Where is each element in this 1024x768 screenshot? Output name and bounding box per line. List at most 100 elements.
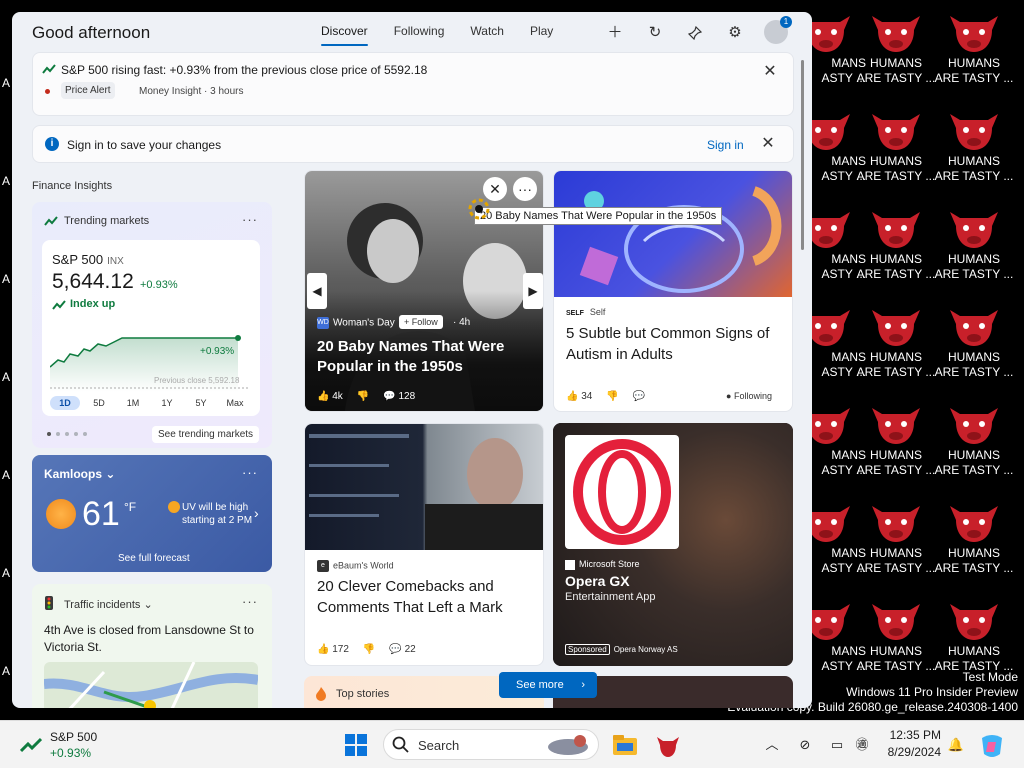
left-edge-label: A: [2, 174, 11, 188]
close-icon[interactable]: ✕: [761, 63, 779, 81]
price-alert-card[interactable]: S&P 500 rising fast: +0.93% from the pre…: [32, 52, 794, 116]
pager-dots[interactable]: [47, 432, 87, 436]
see-full-forecast-link[interactable]: See full forecast: [118, 553, 190, 564]
desktop-shortcut[interactable]: HUMANS ARE TASTY ...: [856, 206, 936, 282]
previous-arrow-icon[interactable]: ◀: [307, 273, 327, 309]
more-options-icon[interactable]: ···: [242, 594, 258, 609]
like-button[interactable]: 👍 4k: [317, 391, 343, 402]
publisher[interactable]: WD Woman's Day: [317, 317, 395, 329]
index-ticker: INX: [107, 256, 124, 267]
more-options-icon[interactable]: ···: [242, 212, 258, 227]
range-5y[interactable]: 5Y: [186, 396, 216, 410]
range-max[interactable]: Max: [220, 396, 250, 410]
more-options-icon[interactable]: ···: [513, 177, 537, 201]
close-icon[interactable]: ✕: [759, 135, 777, 153]
chevron-up-icon[interactable]: ︿: [762, 735, 782, 755]
desktop-shortcut[interactable]: HUMANS ARE TASTY ...: [934, 402, 1014, 478]
tab-play[interactable]: Play: [517, 24, 566, 46]
network-off-icon[interactable]: ⊘: [795, 735, 815, 755]
traffic-card[interactable]: Traffic incidents ⌄ ··· 4th Ave is close…: [32, 584, 272, 708]
pin-icon[interactable]: [684, 22, 706, 44]
desktop-shortcut[interactable]: HUMANS ARE TASTY ...: [856, 500, 936, 576]
windows-start-icon[interactable]: [345, 734, 367, 756]
signin-link[interactable]: Sign in: [707, 138, 744, 152]
tab-discover[interactable]: Discover: [308, 24, 381, 46]
like-button[interactable]: 👍 172: [317, 644, 349, 655]
settings-icon[interactable]: ⚙: [724, 22, 746, 44]
sponsored-card-opera-gx[interactable]: Microsoft Store Opera GX Entertainment A…: [553, 423, 793, 666]
news-card-comebacks[interactable]: e eBaum's World 20 Clever Comebacks and C…: [304, 423, 544, 666]
weather-city[interactable]: Kamloops ⌄: [44, 467, 115, 481]
see-trending-markets-button[interactable]: See trending markets: [152, 426, 260, 443]
see-more-button[interactable]: See more ›: [499, 672, 597, 698]
file-explorer-icon[interactable]: [611, 731, 639, 759]
pager-dot[interactable]: [83, 432, 87, 436]
weather-card[interactable]: Kamloops ⌄ ··· 61 °F UV will be high sta…: [32, 455, 272, 572]
desktop-shortcut[interactable]: HUMANS ARE TASTY ...: [856, 304, 936, 380]
trend-up-icon: [52, 300, 66, 310]
taskbar-clock[interactable]: 12:35 PM 8/29/2024: [885, 727, 941, 761]
like-button[interactable]: 👍 34: [566, 391, 592, 402]
follow-button[interactable]: + Follow: [399, 315, 443, 329]
chevron-right-icon[interactable]: ›: [254, 505, 259, 521]
desktop-shortcut[interactable]: HUMANS ARE TASTY ...: [934, 598, 1014, 674]
headline[interactable]: 20 Baby Names That Were Popular in the 1…: [317, 337, 537, 377]
left-edge-label: A: [2, 566, 11, 580]
traffic-map[interactable]: [44, 662, 258, 708]
traffic-title[interactable]: Traffic incidents ⌄: [64, 598, 153, 611]
weather-city-name: Kamloops: [44, 467, 103, 481]
pager-dot[interactable]: [65, 432, 69, 436]
pager-dot[interactable]: [74, 432, 78, 436]
headline[interactable]: 20 Clever Comebacks and Comments That Le…: [317, 576, 537, 618]
comment-icon[interactable]: 💬: [633, 391, 645, 402]
bull-icon: [872, 310, 920, 346]
comment-button[interactable]: 💬 128: [383, 391, 415, 402]
advertiser-name: Opera Norway AS: [613, 645, 678, 654]
range-5d[interactable]: 5D: [84, 396, 114, 410]
range-1m[interactable]: 1M: [118, 396, 148, 410]
scrollbar[interactable]: [801, 60, 804, 250]
left-edge-label: A: [2, 468, 11, 482]
language-icon[interactable]: ㊜: [852, 735, 872, 755]
next-arrow-icon[interactable]: ▶: [523, 273, 543, 309]
range-1d[interactable]: 1D: [50, 396, 80, 410]
desktop-shortcut[interactable]: HUMANS ARE TASTY ...: [856, 108, 936, 184]
desktop-shortcut[interactable]: HUMANS ARE TASTY ...: [934, 108, 1014, 184]
bell-icon[interactable]: 🔔: [946, 735, 966, 755]
pager-dot[interactable]: [47, 432, 51, 436]
pager-dot[interactable]: [56, 432, 60, 436]
shortcut-label-line-1: HUMANS: [947, 56, 1000, 70]
following-status[interactable]: ● Following: [726, 391, 772, 401]
add-icon[interactable]: ＋: [604, 22, 626, 44]
trending-markets-card[interactable]: Trending markets ··· S&P 500 INX 5,644.12…: [32, 202, 272, 448]
publisher[interactable]: e eBaum's World: [317, 560, 394, 572]
comment-icon: 💬: [383, 391, 396, 402]
thumbs-down-icon[interactable]: 👎: [606, 391, 618, 402]
thumbs-down-icon[interactable]: 👎: [363, 644, 375, 655]
tab-watch[interactable]: Watch: [457, 24, 517, 46]
display-icon[interactable]: ▭: [827, 735, 847, 755]
ad-title[interactable]: Opera GX: [565, 573, 630, 589]
headline[interactable]: 5 Subtle but Common Signs of Autism in A…: [566, 323, 784, 365]
desktop-shortcut[interactable]: HUMANS ARE TASTY ...: [856, 598, 936, 674]
publisher[interactable]: SELF Self: [566, 307, 605, 317]
desktop-shortcut[interactable]: HUMANS ARE TASTY ...: [934, 10, 1014, 86]
desktop-shortcut[interactable]: HUMANS ARE TASTY ...: [934, 304, 1014, 380]
comment-button[interactable]: 💬 22: [389, 644, 415, 655]
desktop-shortcut[interactable]: HUMANS ARE TASTY ...: [934, 500, 1014, 576]
desktop-shortcut[interactable]: HUMANS ARE TASTY ...: [856, 10, 936, 86]
thumbs-down-icon[interactable]: 👎: [357, 391, 369, 402]
follow-label: Follow: [411, 317, 438, 327]
tab-following[interactable]: Following: [381, 24, 458, 46]
copilot-icon[interactable]: [978, 732, 1006, 760]
range-1y[interactable]: 1Y: [152, 396, 182, 410]
bull-app-icon[interactable]: [654, 731, 682, 759]
desktop-shortcut[interactable]: HUMANS ARE TASTY ...: [934, 206, 1014, 282]
bull-icon: [950, 604, 998, 640]
index-tile[interactable]: S&P 500 INX 5,644.12 +0.93% Index up +0.9…: [42, 240, 260, 416]
taskbar-search[interactable]: Search: [383, 729, 599, 760]
desktop-shortcut[interactable]: HUMANS ARE TASTY ...: [856, 402, 936, 478]
publisher[interactable]: Microsoft Store: [565, 559, 640, 570]
more-options-icon[interactable]: ···: [242, 465, 258, 480]
refresh-icon[interactable]: ↻: [644, 22, 666, 44]
